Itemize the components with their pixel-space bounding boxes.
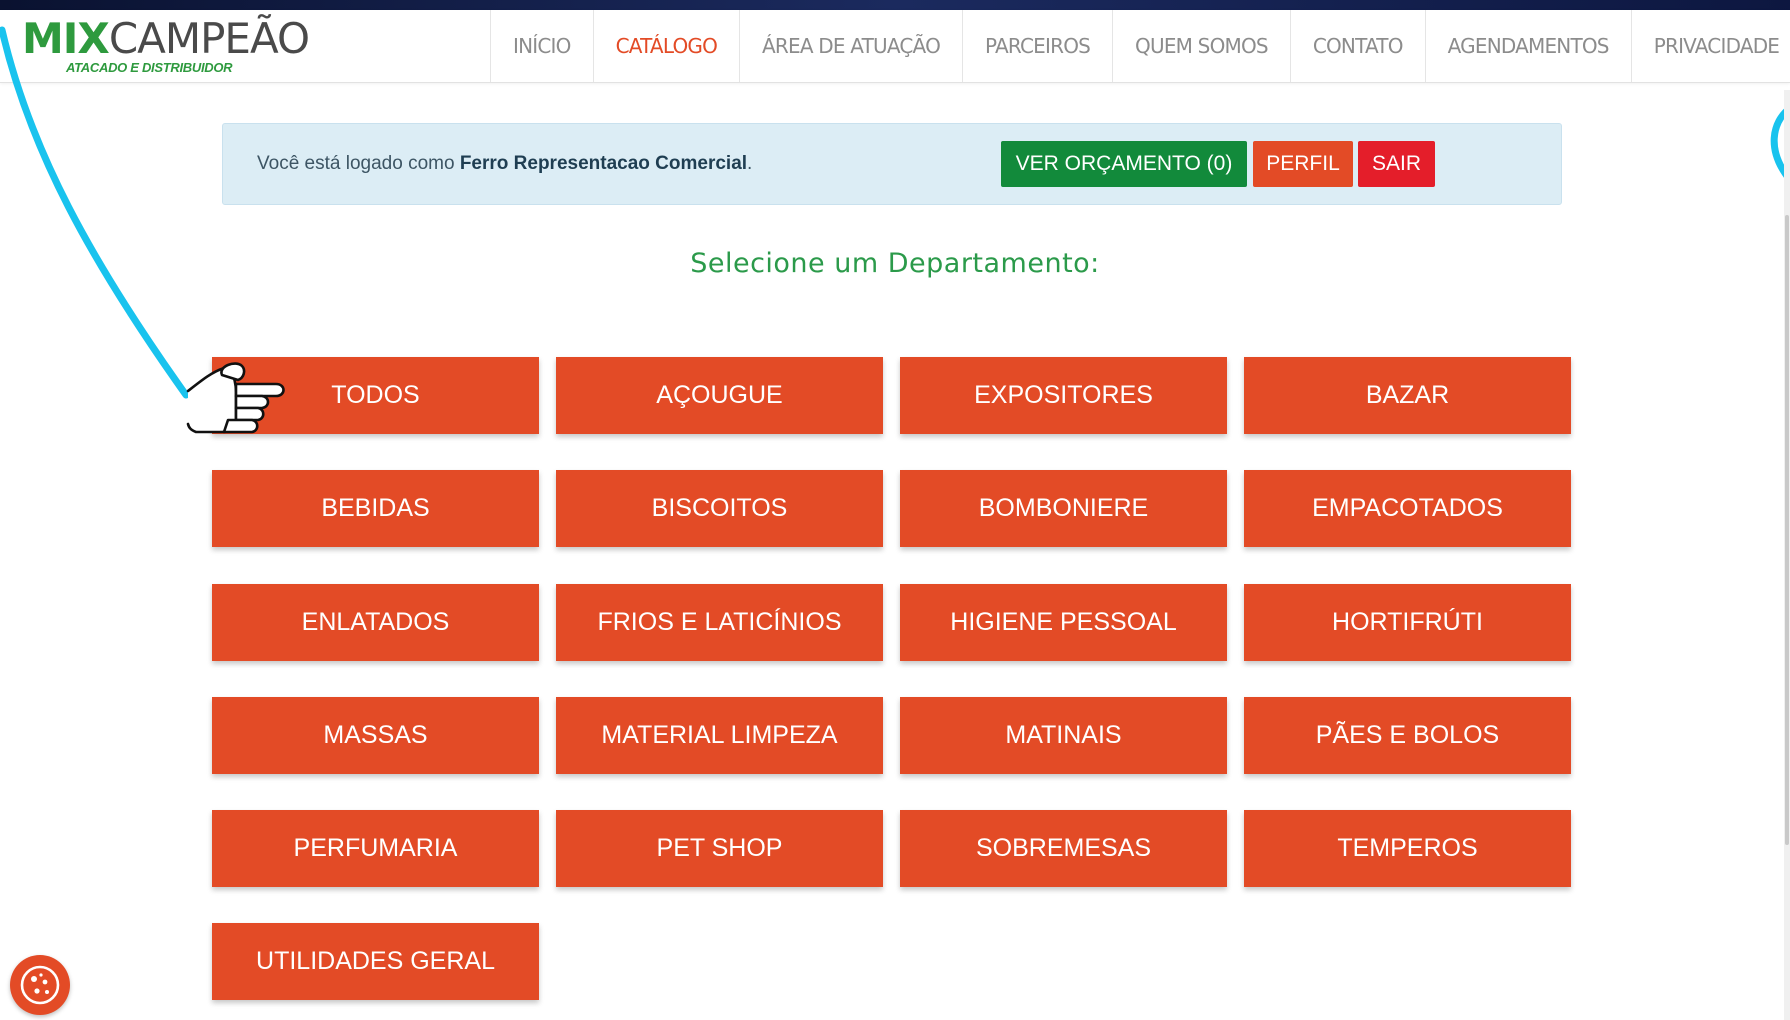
logo-wordmark: MIXCAMPEÃO — [22, 14, 310, 63]
department-button-enlatados[interactable]: ENLATADOS — [212, 584, 539, 661]
annotation-guide-line — [0, 26, 190, 399]
nav-agendamentos[interactable]: AGENDAMENTOS — [1424, 10, 1631, 82]
logo-campeao: CAMPEÃO — [108, 14, 310, 63]
logo-mix: MIX — [22, 14, 110, 63]
department-button-todos[interactable]: TODOS — [212, 357, 539, 434]
department-button-perfumaria[interactable]: PERFUMARIA — [212, 810, 539, 887]
login-status-text: Você está logado como Ferro Representaca… — [257, 124, 752, 204]
department-button-hortifruti[interactable]: HORTIFRÚTI — [1244, 584, 1571, 661]
department-button-temperos[interactable]: TEMPEROS — [1244, 810, 1571, 887]
department-button-matinais[interactable]: MATINAIS — [900, 697, 1227, 774]
department-button-bazar[interactable]: BAZAR — [1244, 357, 1571, 434]
department-button-biscoitos[interactable]: BISCOITOS — [556, 470, 883, 547]
login-status-bar: Você está logado como Ferro Representaca… — [222, 123, 1562, 205]
logo-tagline: ATACADO E DISTRIBUIDOR — [66, 60, 233, 75]
department-button-paes-e-bolos[interactable]: PÃES E BOLOS — [1244, 697, 1571, 774]
department-button-pet-shop[interactable]: PET SHOP — [556, 810, 883, 887]
page-title: Selecione um Departamento: — [690, 248, 1100, 279]
department-button-massas[interactable]: MASSAS — [212, 697, 539, 774]
department-button-acougue[interactable]: AÇOUGUE — [556, 357, 883, 434]
cookie-settings-button[interactable] — [10, 955, 70, 1015]
logged-user-name: Ferro Representacao Comercial — [459, 153, 748, 174]
nav-parceiros[interactable]: PARCEIROS — [962, 10, 1112, 82]
department-button-frios-e-laticinios[interactable]: FRIOS E LATICÍNIOS — [556, 584, 883, 661]
nav-catalogo[interactable]: CATÁLOGO — [592, 10, 739, 82]
nav-privacidade[interactable]: PRIVACIDADE — [1630, 10, 1790, 82]
login-prefix: Você está logado como — [257, 153, 455, 174]
department-button-bebidas[interactable]: BEBIDAS — [212, 470, 539, 547]
nav-area-de-atuacao[interactable]: ÁREA DE ATUAÇÃO — [739, 10, 962, 82]
department-button-empacotados[interactable]: EMPACOTADOS — [1244, 470, 1571, 547]
department-button-sobremesas[interactable]: SOBREMESAS — [900, 810, 1227, 887]
department-button-utilidades-geral[interactable]: UTILIDADES GERAL — [212, 923, 539, 1000]
department-button-material-limpeza[interactable]: MATERIAL LIMPEZA — [556, 697, 883, 774]
view-quote-button[interactable]: VER ORÇAMENTO (0) — [1001, 141, 1247, 187]
cookie-icon — [20, 965, 60, 1005]
department-button-expositores[interactable]: EXPOSITORES — [900, 357, 1227, 434]
top-strip — [0, 0, 1790, 10]
nav-contato[interactable]: CONTATO — [1289, 10, 1425, 82]
department-button-higiene-pessoal[interactable]: HIGIENE PESSOAL — [900, 584, 1227, 661]
site-logo[interactable]: MIXCAMPEÃO ATACADO E DISTRIBUIDOR — [22, 14, 310, 80]
login-suffix: . — [747, 153, 753, 174]
main-nav: INÍCIO CATÁLOGO ÁREA DE ATUAÇÃO PARCEIRO… — [490, 10, 1790, 82]
nav-quem-somos[interactable]: QUEM SOMOS — [1112, 10, 1290, 82]
department-button-bomboniere[interactable]: BOMBONIERE — [900, 470, 1227, 547]
nav-inicio[interactable]: INÍCIO — [490, 10, 593, 82]
page-scrollbar-thumb[interactable] — [1785, 215, 1789, 845]
logout-button[interactable]: SAIR — [1358, 141, 1435, 187]
site-header: MIXCAMPEÃO ATACADO E DISTRIBUIDOR INÍCIO… — [0, 10, 1790, 83]
profile-button[interactable]: PERFIL — [1253, 141, 1353, 187]
